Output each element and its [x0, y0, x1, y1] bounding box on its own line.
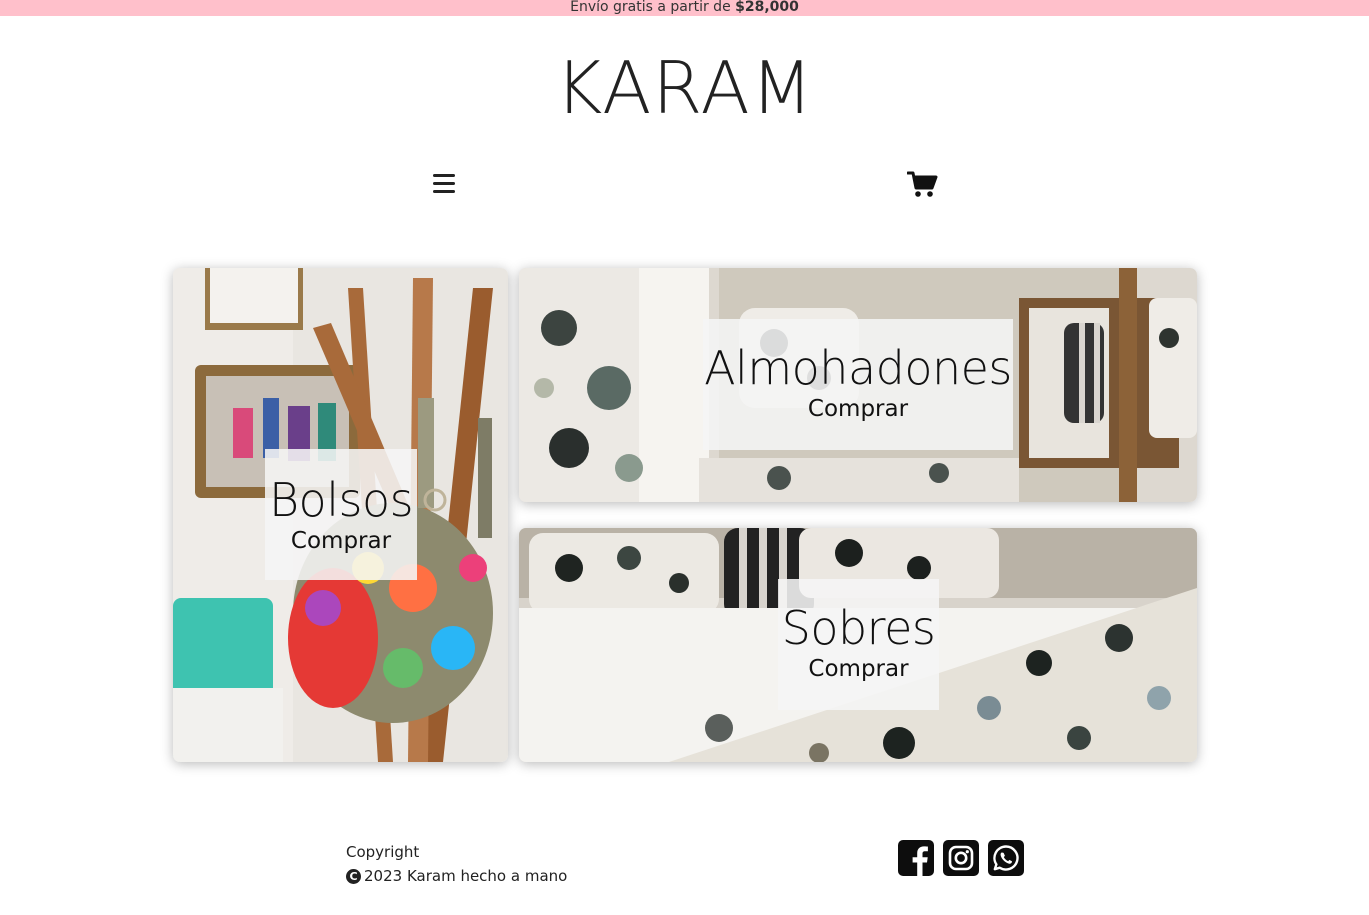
category-label-bolsos: Bolsos Comprar	[265, 449, 417, 580]
category-card-almohadones[interactable]: Almohadones Comprar	[519, 268, 1197, 502]
brand-logo[interactable]: KARAM	[0, 46, 1369, 130]
promo-text: Envío gratis a partir de	[570, 0, 736, 15]
menu-button[interactable]	[432, 174, 456, 196]
copyright-text: 2023 Karam hecho a mano	[364, 867, 568, 885]
facebook-icon	[898, 840, 934, 876]
instagram-icon	[943, 840, 979, 876]
category-title-bolsos: Bolsos	[268, 473, 414, 527]
cart-button[interactable]	[906, 170, 939, 200]
whatsapp-icon	[988, 840, 1024, 876]
copyright-line: C 2023 Karam hecho a mano	[346, 864, 567, 888]
category-label-sobres: Sobres Comprar	[778, 579, 939, 710]
copyright-icon: C	[346, 868, 361, 884]
category-label-almohadones: Almohadones Comprar	[703, 319, 1013, 450]
copyright-label: Copyright	[346, 843, 420, 861]
comprar-button-bolsos[interactable]: Comprar	[265, 527, 417, 555]
instagram-link[interactable]	[943, 840, 979, 876]
category-card-sobres[interactable]: Sobres Comprar	[519, 528, 1197, 762]
shopping-cart-icon	[906, 171, 938, 197]
facebook-link[interactable]	[898, 840, 934, 876]
category-card-bolsos[interactable]: Bolsos Comprar	[173, 268, 508, 762]
whatsapp-link[interactable]	[988, 840, 1024, 876]
category-title-sobres: Sobres	[781, 601, 936, 655]
comprar-button-sobres[interactable]: Comprar	[778, 655, 939, 683]
promo-bar: Envío gratis a partir de $28,000	[0, 0, 1369, 16]
comprar-button-almohadones[interactable]: Comprar	[703, 395, 1013, 423]
promo-amount: $28,000	[735, 0, 799, 15]
footer-copyright: Copyright C 2023 Karam hecho a mano	[346, 840, 567, 888]
category-title-almohadones: Almohadones	[704, 341, 1012, 395]
hamburger-menu-icon	[432, 174, 456, 193]
